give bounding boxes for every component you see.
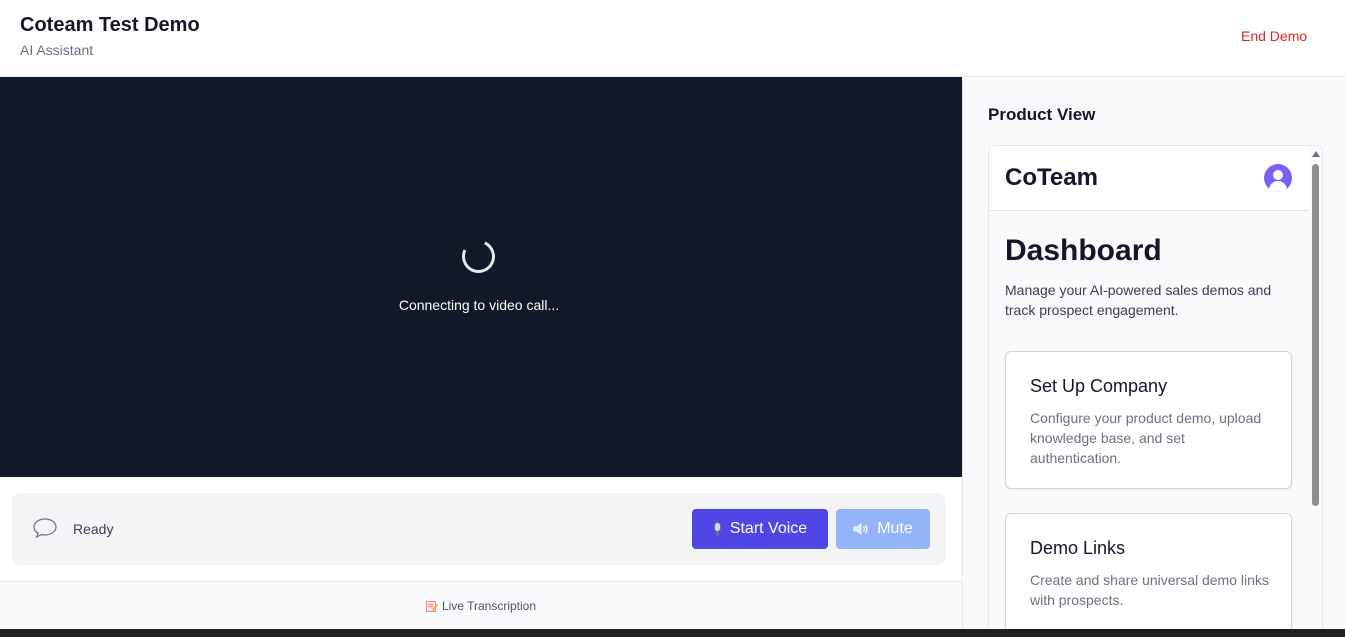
app-header: Coteam Test Demo AI Assistant End Demo xyxy=(0,0,1345,77)
card-description: Configure your product demo, upload know… xyxy=(1030,410,1262,466)
demo-links-card[interactable]: Demo Links Create and share universal de… xyxy=(1005,513,1292,629)
scroll-thumb[interactable] xyxy=(1312,164,1319,506)
microphone-icon xyxy=(713,522,722,536)
scrollbar[interactable] xyxy=(1309,146,1322,629)
chat-bubble-icon xyxy=(33,518,57,539)
user-avatar-icon[interactable] xyxy=(1264,164,1292,192)
end-demo-button[interactable]: End Demo xyxy=(1224,24,1324,48)
mute-label: Mute xyxy=(877,520,913,537)
card-title: Set Up Company xyxy=(1030,376,1168,396)
transcription-bar: Live Transcription xyxy=(0,581,962,629)
start-voice-button[interactable]: Start Voice xyxy=(692,509,828,549)
page-subtitle: AI Assistant xyxy=(20,42,94,58)
product-view-frame[interactable]: CoTeam Dashboard Manage your AI-powered … xyxy=(988,145,1323,629)
card-description: Create and share universal demo links wi… xyxy=(1030,572,1269,608)
call-panel: Connecting to video call... Ready Start … xyxy=(0,77,962,629)
dashboard-title: Dashboard xyxy=(1005,234,1162,267)
mute-button[interactable]: Mute xyxy=(836,509,930,549)
page-title: Coteam Test Demo xyxy=(20,14,200,36)
voice-status: Ready xyxy=(73,521,114,537)
dashboard-description: Manage your AI-powered sales demos and t… xyxy=(1005,282,1272,318)
product-view-title: Product View xyxy=(988,105,1096,124)
bottom-strip xyxy=(0,629,1345,637)
brand-logo[interactable]: CoTeam xyxy=(1005,164,1098,192)
product-view-panel: Product View CoTeam Dashboard Manage you… xyxy=(962,77,1345,629)
video-area: Connecting to video call... xyxy=(0,77,962,477)
memo-icon xyxy=(426,601,438,612)
setup-company-card[interactable]: Set Up Company Configure your product de… xyxy=(1005,351,1292,489)
loading-spinner-icon xyxy=(457,235,500,278)
transcription-label: Live Transcription xyxy=(441,599,537,613)
card-title: Demo Links xyxy=(1030,538,1126,558)
speaker-icon xyxy=(853,523,868,535)
scroll-up-arrow-icon[interactable] xyxy=(1312,151,1320,157)
start-voice-label: Start Voice xyxy=(729,520,808,537)
app-navbar: CoTeam xyxy=(989,146,1309,211)
connecting-status: Connecting to video call... xyxy=(398,297,560,313)
voice-controls: Ready Start Voice Mute xyxy=(12,493,946,565)
